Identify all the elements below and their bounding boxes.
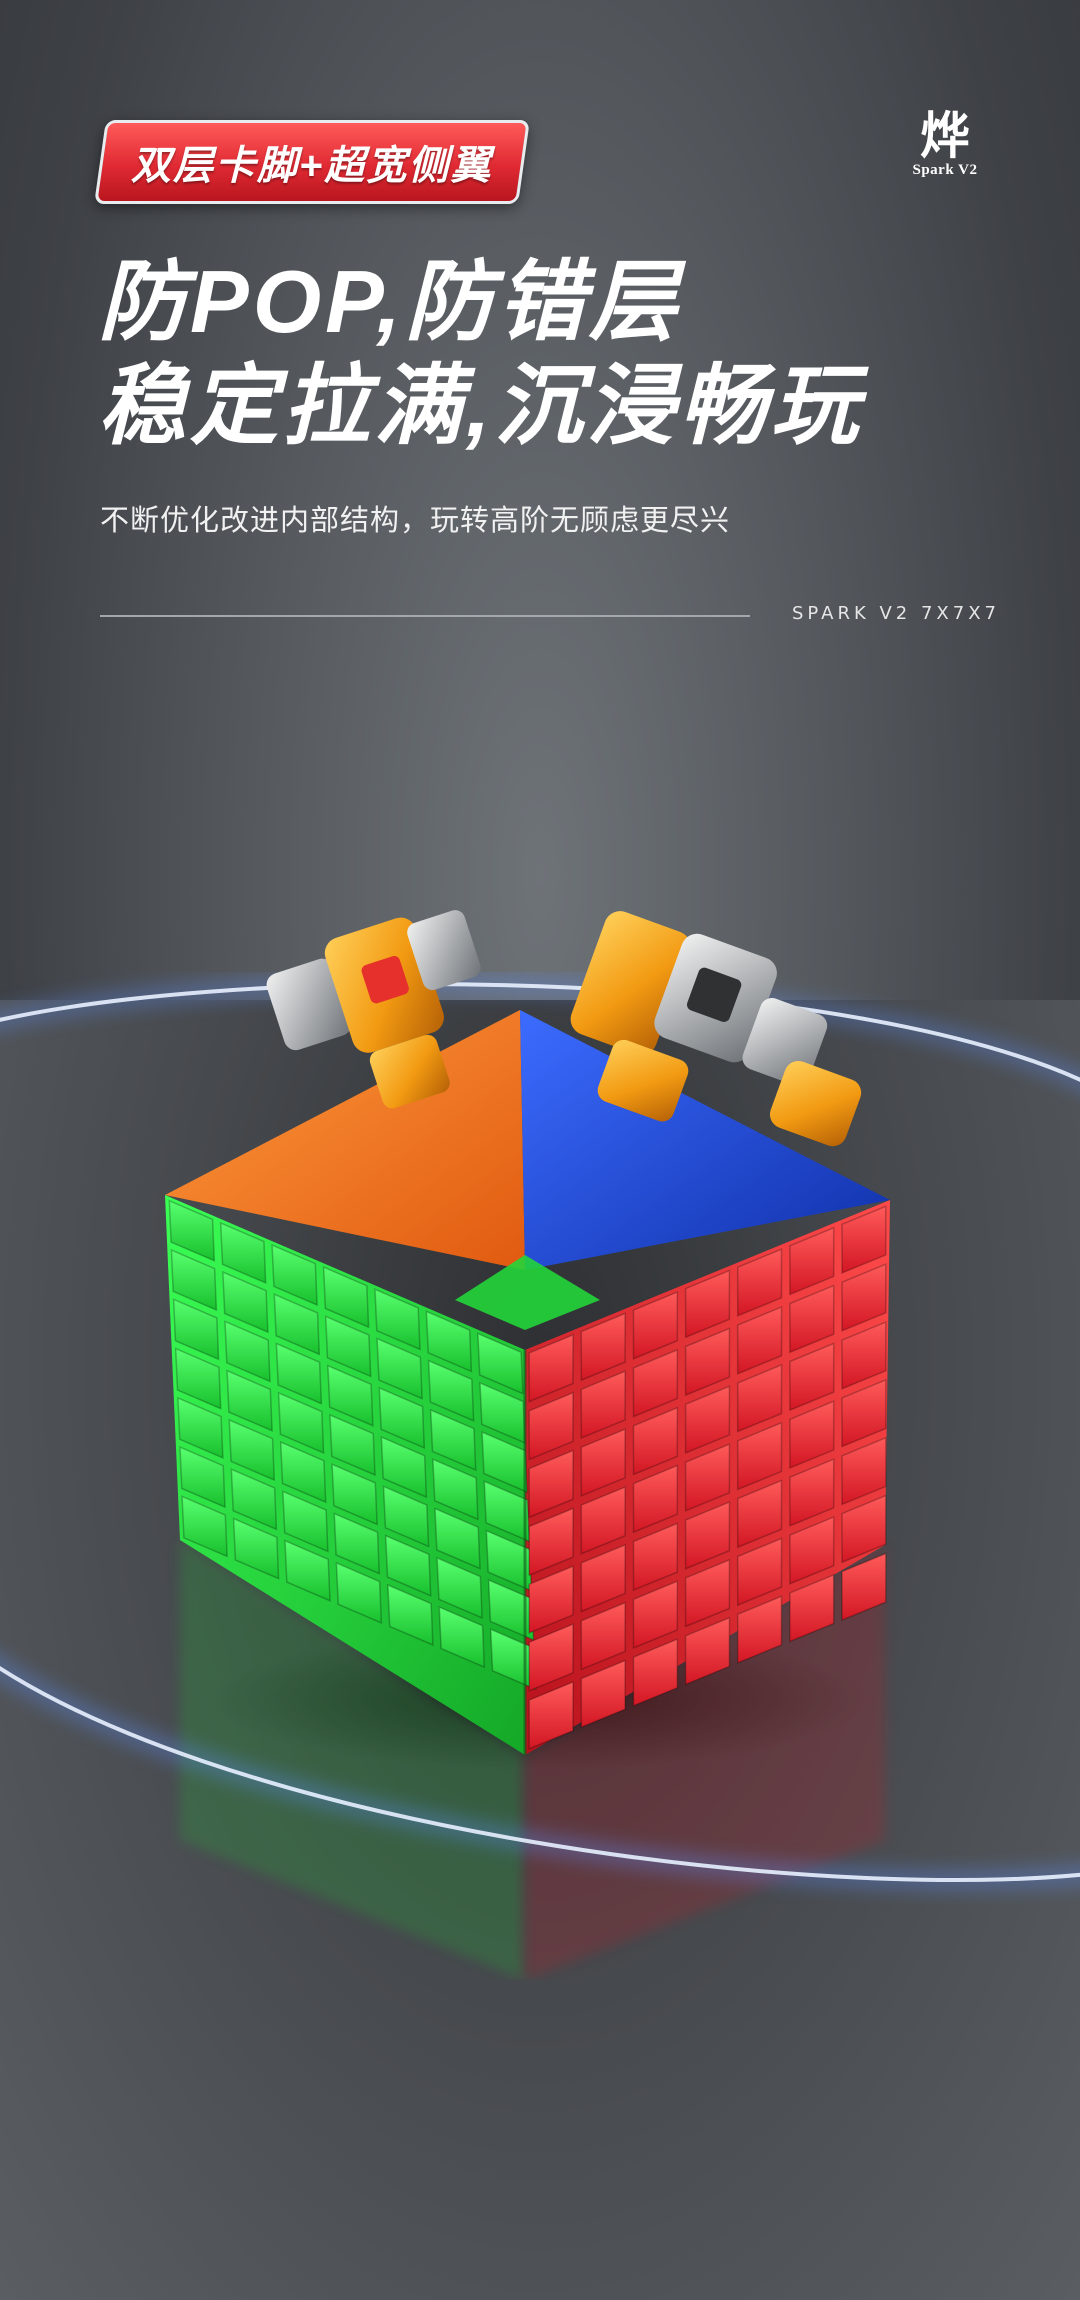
subtitle: 不断优化改进内部结构，玩转高阶无顾虑更尽兴 [100,505,731,537]
brand-logo: 烨 Spark V2 [900,110,990,200]
headline-line-1: 防POP,防错层 [98,252,681,351]
cube-illustration [0,910,1080,1980]
headline: 防POP,防错层 稳定拉满,沉浸畅玩 [98,250,862,458]
headline-line-2: 稳定拉满,沉浸畅玩 [98,356,863,455]
feature-badge-label: 双层卡脚+超宽侧翼 [131,144,493,188]
feature-badge: 双层卡脚+超宽侧翼 [94,120,530,204]
brand-logo-wordmark: Spark V2 [912,162,978,178]
product-page: 双层卡脚+超宽侧翼 烨 Spark V2 防POP,防错层 稳定拉满,沉浸畅玩 … [0,0,1080,2300]
divider-line [100,615,750,617]
cube-core-center [455,1255,600,1330]
model-name: SPARK V2 7X7X7 [792,603,1000,624]
brand-logo-glyph: 烨 [920,106,970,165]
